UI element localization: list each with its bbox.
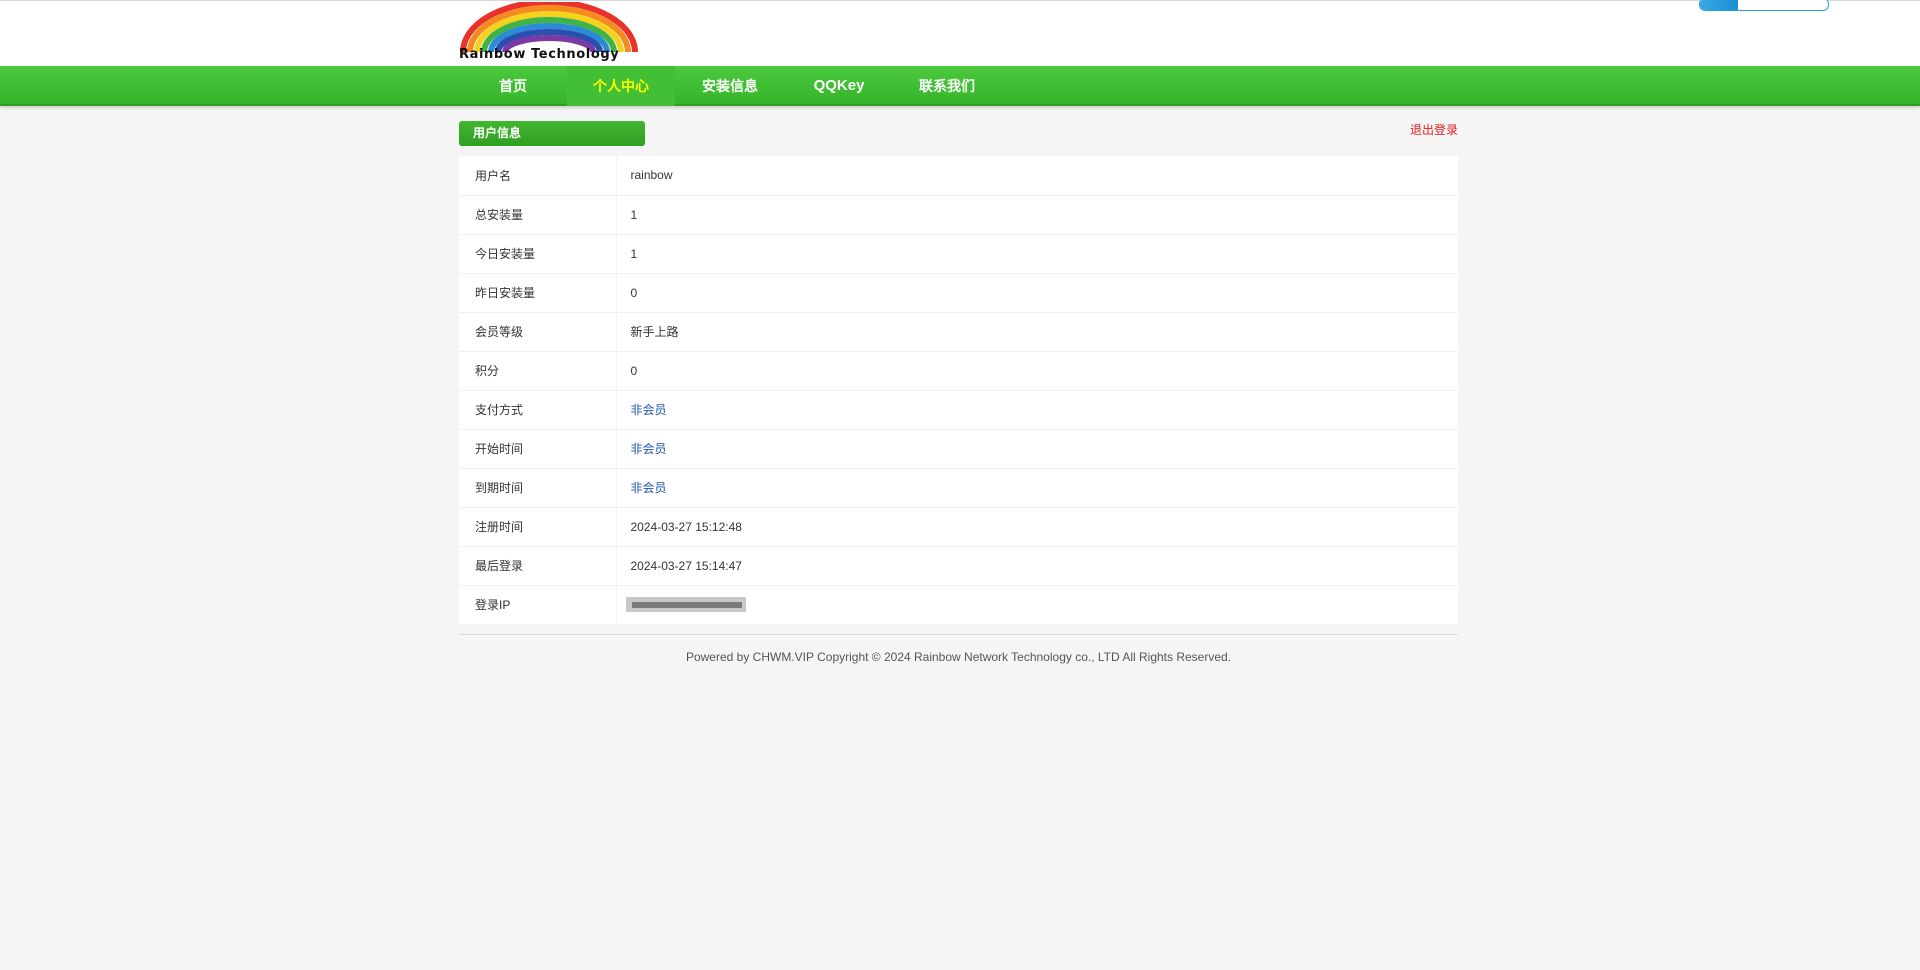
table-row: 积分 0 (459, 351, 1458, 391)
row-label: 最后登录 (459, 546, 617, 586)
row-label: 支付方式 (459, 390, 617, 430)
nav-item-install-info[interactable]: 安装信息 (675, 66, 785, 106)
row-label: 用户名 (459, 156, 617, 196)
site-header: Rainbow Technology (0, 0, 1920, 66)
rainbow-logo[interactable]: Rainbow Technology (459, 0, 639, 64)
logout-link[interactable]: 退出登录 (1390, 121, 1458, 138)
table-row: 今日安装量 1 (459, 234, 1458, 274)
masked-ip-redaction (625, 597, 746, 613)
section-title-tab: 用户信息 (459, 121, 645, 146)
nav-item-personal-center[interactable]: 个人中心 (567, 66, 675, 106)
row-value: 1 (616, 195, 1458, 235)
table-row: 登录IP (459, 585, 1458, 625)
toggle-fill (1700, 0, 1738, 10)
table-row: 注册时间 2024-03-27 15:12:48 (459, 507, 1458, 547)
row-value: rainbow (616, 156, 1458, 196)
row-label: 今日安装量 (459, 234, 617, 274)
row-label: 积分 (459, 351, 617, 391)
start-time-link[interactable]: 非会员 (616, 429, 1458, 469)
user-info-table: 用户名 rainbow 总安装量 1 今日安装量 1 昨日安装量 0 会员等级 … (459, 156, 1458, 625)
row-label: 总安装量 (459, 195, 617, 235)
row-value: 新手上路 (616, 312, 1458, 352)
row-value: 2024-03-27 15:12:48 (616, 507, 1458, 547)
row-label: 注册时间 (459, 507, 617, 547)
payment-method-link[interactable]: 非会员 (616, 390, 1458, 430)
row-value: 0 (616, 351, 1458, 391)
row-label: 开始时间 (459, 429, 617, 469)
top-right-toggle[interactable] (1699, 0, 1829, 11)
table-row: 用户名 rainbow (459, 156, 1458, 196)
table-row: 支付方式 非会员 (459, 390, 1458, 430)
row-value: 1 (616, 234, 1458, 274)
rainbow-arc-icon (460, 0, 638, 53)
row-label: 到期时间 (459, 468, 617, 508)
nav-item-home[interactable]: 首页 (459, 66, 567, 106)
row-label: 登录IP (459, 585, 617, 625)
row-label: 会员等级 (459, 312, 617, 352)
logo-text: Rainbow Technology (459, 47, 620, 62)
row-label: 昨日安装量 (459, 273, 617, 313)
expire-time-link[interactable]: 非会员 (616, 468, 1458, 508)
footer-copyright: Powered by CHWM.VIP Copyright © 2024 Rai… (685, 650, 1232, 664)
nav-item-contact[interactable]: 联系我们 (893, 66, 1001, 106)
table-row: 开始时间 非会员 (459, 429, 1458, 469)
main-nav: 首页 个人中心 安装信息 QQKey 联系我们 (0, 66, 1920, 106)
table-row: 会员等级 新手上路 (459, 312, 1458, 352)
row-value: 2024-03-27 15:14:47 (616, 546, 1458, 586)
table-row: 到期时间 非会员 (459, 468, 1458, 508)
table-row: 总安装量 1 (459, 195, 1458, 235)
row-value (616, 585, 1458, 625)
table-row: 昨日安装量 0 (459, 273, 1458, 313)
table-row: 最后登录 2024-03-27 15:14:47 (459, 546, 1458, 586)
footer-divider (459, 634, 1458, 635)
row-value: 0 (616, 273, 1458, 313)
nav-item-qqkey[interactable]: QQKey (785, 66, 893, 106)
